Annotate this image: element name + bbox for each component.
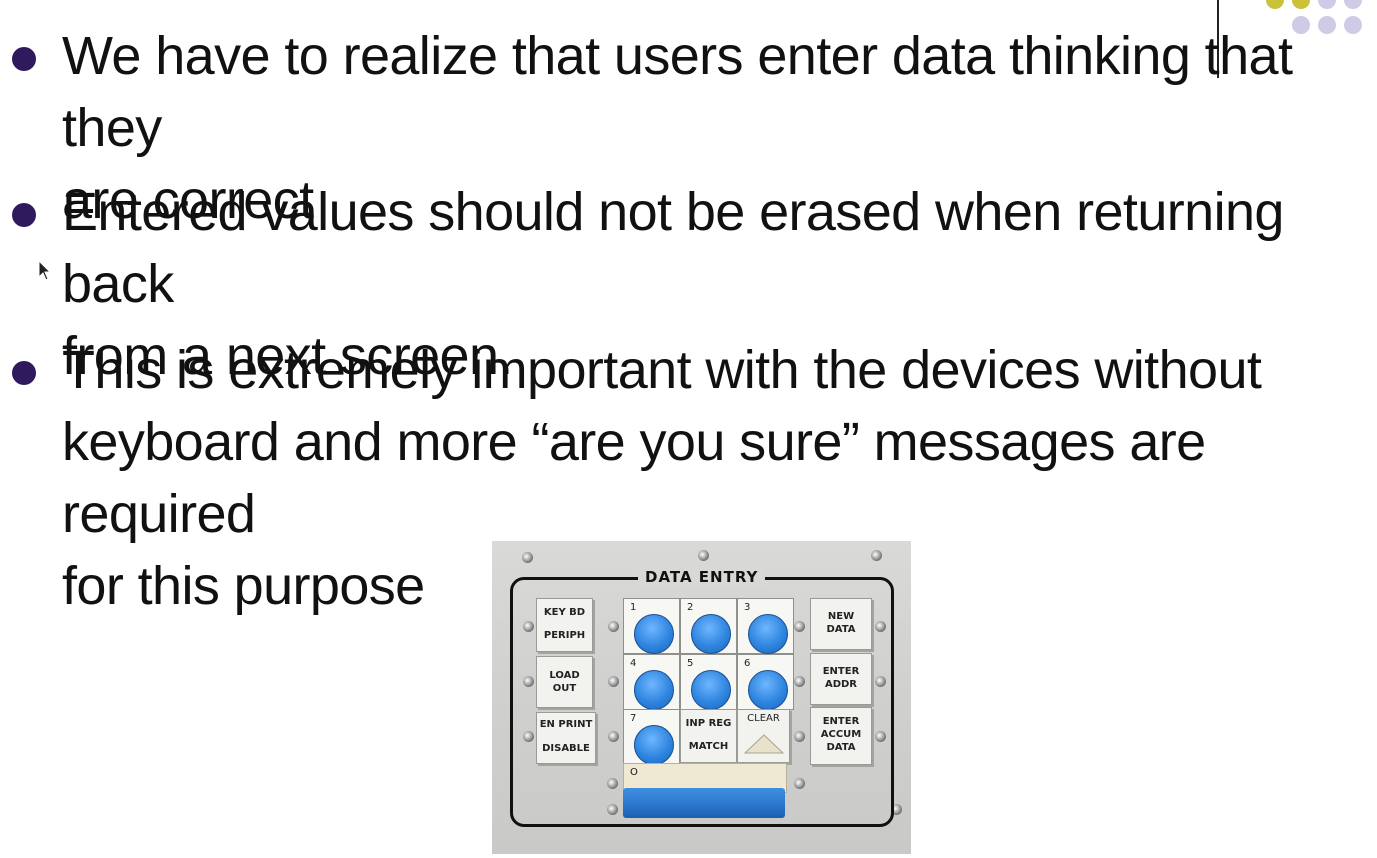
screw (875, 676, 886, 687)
key-number: 1 (630, 602, 637, 613)
bullet-text-line: Entered values should not be erased when… (62, 182, 1284, 314)
key-number: 7 (630, 713, 637, 724)
panel-title: DATA ENTRY (638, 568, 766, 586)
bullet-text-line: This is extremely important with the dev… (62, 340, 1262, 400)
key-label: PERIPH (543, 630, 586, 641)
mouse-pointer-icon (38, 260, 52, 281)
deco-dot (1266, 0, 1284, 9)
key-number: 4 (630, 658, 637, 669)
blue-button-cap (634, 670, 674, 710)
screw (871, 550, 882, 561)
screw (875, 621, 886, 632)
screw (523, 621, 534, 632)
key-en-print-disable: EN PRINT DISABLE (536, 712, 596, 764)
key-label: NEW (827, 611, 855, 622)
screw (875, 731, 886, 742)
key-keybd-periph: KEY BD PERIPH (536, 598, 593, 652)
key-clear: CLEAR (737, 709, 790, 763)
blue-button-cap (748, 670, 788, 710)
key-label: DATA (826, 624, 856, 635)
screw (608, 676, 619, 687)
bullet-text-line: keyboard and more “are you sure” message… (62, 412, 1206, 544)
deco-dot (1344, 0, 1362, 9)
deco-dot (1318, 0, 1336, 9)
key-label: CLEAR (747, 713, 780, 724)
key-label: OUT (552, 683, 577, 694)
key-label: DATA (826, 742, 856, 753)
key-label: KEY BD (543, 607, 586, 618)
screw (522, 552, 533, 563)
screw (794, 731, 805, 742)
screw (607, 804, 618, 815)
bullet-text-line: We have to realize that users enter data… (62, 26, 1293, 158)
key-enter-addr: ENTER ADDR (810, 653, 872, 705)
screw (607, 778, 618, 789)
blue-entry-bar (623, 788, 785, 818)
key-label: LOAD (549, 670, 580, 681)
bullet-marker (12, 203, 36, 227)
bullet-item: We have to realize that users enter data… (0, 20, 1377, 230)
deco-dot (1292, 0, 1310, 9)
blue-button-cap (691, 670, 731, 710)
screw (698, 550, 709, 561)
key-number: 2 (687, 602, 694, 613)
key-label: ADDR (824, 679, 858, 690)
key-label: INP REG (685, 718, 732, 729)
number-key-4: 4 (623, 654, 680, 710)
arrow-up-icon (743, 734, 784, 754)
number-key-1: 1 (623, 598, 680, 654)
number-key-6: 6 (737, 654, 794, 710)
key-enter-accum-data: ENTER ACCUM DATA (810, 707, 872, 765)
blue-button-cap (691, 614, 731, 654)
screw (523, 731, 534, 742)
number-key-7: 7 (623, 709, 680, 765)
key-new-data: NEW DATA (810, 598, 872, 650)
screw (608, 731, 619, 742)
blue-button-cap (748, 614, 788, 654)
bullet-marker (12, 361, 36, 385)
key-number: 6 (744, 658, 751, 669)
number-key-2: 2 (680, 598, 737, 654)
key-label: EN PRINT (539, 719, 593, 730)
key-number: 3 (744, 602, 751, 613)
bullet-list: We have to realize that users enter data… (0, 20, 1377, 622)
key-load-out: LOAD OUT (536, 656, 593, 708)
data-entry-panel-photo: DATA ENTRY KEY BD PERIPH LOAD OUT EN PRI… (492, 541, 911, 854)
key-number: 5 (687, 658, 694, 669)
key-label: MATCH (688, 741, 729, 752)
number-key-3: 3 (737, 598, 794, 654)
key-label: ENTER (822, 666, 860, 677)
blue-button-cap (634, 725, 674, 765)
screw (608, 621, 619, 632)
bullet-marker (12, 47, 36, 71)
key-label: DISABLE (542, 743, 590, 754)
bullet-item: Entered values should not be erased when… (0, 176, 1377, 386)
number-key-5: 5 (680, 654, 737, 710)
screw (523, 676, 534, 687)
key-label: ENTER (822, 716, 860, 727)
key-number: O (630, 767, 638, 778)
screw (794, 621, 805, 632)
key-inp-reg-match: INP REG MATCH (680, 709, 737, 763)
screw (794, 778, 805, 789)
key-label: ACCUM (820, 729, 862, 740)
screw (794, 676, 805, 687)
blue-button-cap (634, 614, 674, 654)
